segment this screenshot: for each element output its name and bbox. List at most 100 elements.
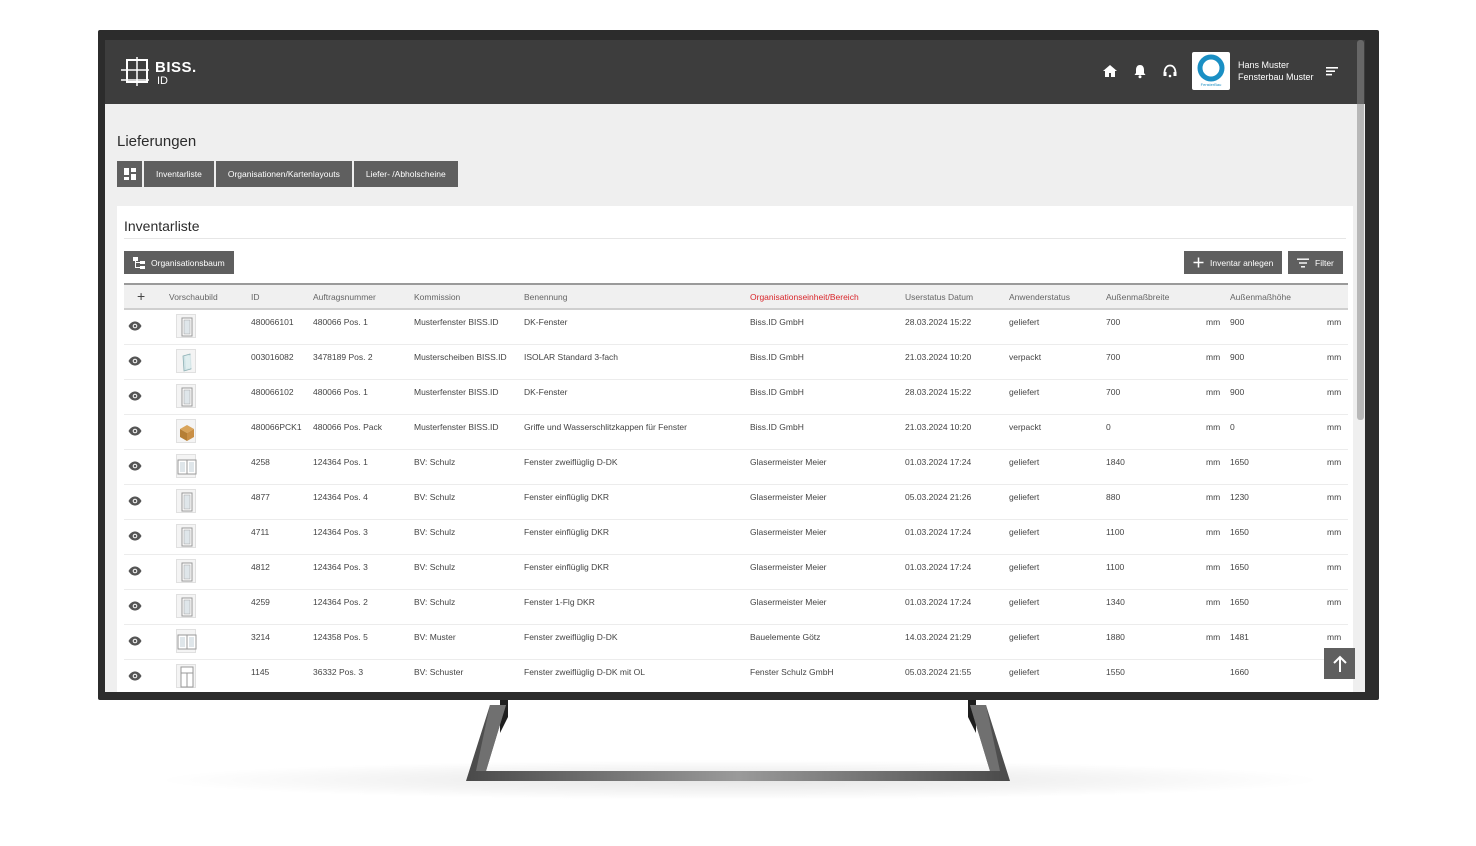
tab-inventarliste[interactable]: Inventarliste [144, 161, 214, 187]
col-benennung[interactable]: Benennung [524, 292, 568, 302]
table-row[interactable]: 4711 124364 Pos. 3 BV: Schulz Fenster einfl… [124, 520, 1348, 555]
cell-hoehe-unit: mm [1327, 632, 1342, 642]
col-aussenmasshoehe[interactable]: Außenmaßhöhe [1230, 292, 1291, 302]
cell-aussenmasshoehe: 1660 [1230, 667, 1249, 677]
cell-userstatus-datum: 01.03.2024 17:24 [905, 597, 972, 607]
table-row[interactable]: 4259 124364 Pos. 2 BV: Schulz Fenster 1-Flg… [124, 590, 1348, 625]
cell-benennung: Fenster einflüglig DKR [524, 562, 610, 572]
cell-hoehe-unit: mm [1327, 492, 1342, 502]
cell-organisationseinheit: Bauelemente Götz [750, 632, 821, 642]
cell-organisationseinheit: Glasermeister Meier [750, 527, 827, 537]
filter-label: Filter [1315, 257, 1334, 268]
view-eye-icon[interactable] [128, 668, 142, 681]
biss-id-logo[interactable]: BISS. ID [119, 56, 199, 90]
filter-button[interactable]: Filter [1288, 251, 1343, 274]
col-auftragsnummer[interactable]: Auftragsnummer [313, 292, 376, 302]
view-eye-icon[interactable] [128, 353, 142, 366]
organisationsbaum-button[interactable]: Organisationsbaum [124, 251, 234, 274]
cell-aussenmasshoehe: 900 [1230, 387, 1245, 397]
scroll-to-top-button[interactable] [1324, 648, 1355, 679]
cell-hoehe-unit: mm [1327, 562, 1342, 572]
thumbnail-window-single-icon [176, 594, 196, 618]
cell-organisationseinheit: Glasermeister Meier [750, 492, 827, 502]
cell-userstatus-datum: 01.03.2024 17:24 [905, 457, 972, 467]
card-divider [124, 238, 1346, 239]
cell-userstatus-datum: 01.03.2024 17:24 [905, 562, 972, 572]
cell-auftragsnummer: 124364 Pos. 3 [313, 527, 368, 537]
cell-kommission: Musterfenster BISS.ID [414, 387, 499, 397]
view-eye-icon[interactable] [128, 318, 142, 331]
cell-aussenmassbreite: 1550 [1106, 667, 1125, 677]
cell-userstatus-datum: 05.03.2024 21:55 [905, 667, 972, 677]
menu-icon[interactable] [1323, 62, 1341, 80]
cell-id: 1145 [251, 667, 270, 677]
cell-userstatus-datum: 28.03.2024 15:22 [905, 387, 972, 397]
cell-breite-unit: mm [1206, 387, 1221, 397]
view-eye-icon[interactable] [128, 563, 142, 576]
view-eye-icon[interactable] [128, 528, 142, 541]
col-userstatus-datum[interactable]: Userstatus Datum [905, 292, 973, 302]
cell-aussenmassbreite: 1100 [1106, 562, 1125, 572]
cell-anwenderstatus: geliefert [1009, 387, 1040, 397]
cell-breite-unit: mm [1206, 492, 1221, 502]
cell-aussenmassbreite: 1840 [1106, 457, 1125, 467]
cell-auftragsnummer: 3478189 Pos. 2 [313, 352, 373, 362]
cell-anwenderstatus: geliefert [1009, 667, 1040, 677]
cell-aussenmasshoehe: 1650 [1230, 527, 1249, 537]
logo-text-sub: ID [157, 75, 168, 87]
table-row[interactable]: 003016082 3478189 Pos. 2 Musterscheiben BI… [124, 345, 1348, 380]
bell-icon[interactable] [1131, 62, 1149, 80]
cell-breite-unit: mm [1206, 317, 1221, 327]
view-eye-icon[interactable] [128, 633, 142, 646]
cell-breite-unit: mm [1206, 457, 1221, 467]
cell-kommission: Musterfenster BISS.ID [414, 422, 499, 432]
cell-aussenmassbreite: 700 [1106, 352, 1121, 362]
cell-auftragsnummer: 480066 Pos. Pack [313, 422, 382, 432]
dashboard-tab[interactable] [117, 161, 142, 187]
inventar-anlegen-button[interactable]: Inventar anlegen [1184, 251, 1283, 274]
cell-benennung: Fenster zweiflüglig D-DK mit OL [524, 667, 645, 677]
table-row[interactable]: 4258 124364 Pos. 1 BV: Schulz Fenster zweif… [124, 450, 1348, 485]
thumbnail-window-single-icon [176, 384, 196, 408]
cell-aussenmassbreite: 700 [1106, 387, 1121, 397]
user-organization[interactable]: Fensterbau Muster [1238, 72, 1314, 82]
col-kommission[interactable]: Kommission [414, 292, 460, 302]
table-row[interactable]: 1145 36332 Pos. 3 BV: Schuster Fenster zwei… [124, 660, 1348, 692]
view-eye-icon[interactable] [128, 598, 142, 611]
table-row[interactable]: 4877 124364 Pos. 4 BV: Schulz Fenster einfl… [124, 485, 1348, 520]
table-row[interactable]: 480066102 480066 Pos. 1 Musterfenster BISS… [124, 380, 1348, 415]
tab-lieferscheine[interactable]: Liefer- /Abholscheine [353, 161, 458, 187]
view-eye-icon[interactable] [128, 458, 142, 471]
cell-breite-unit: mm [1206, 422, 1221, 432]
cell-aussenmassbreite: 700 [1106, 317, 1121, 327]
view-eye-icon[interactable] [128, 423, 142, 436]
cell-aussenmasshoehe: 1481 [1230, 632, 1249, 642]
cell-kommission: BV: Schulz [414, 562, 456, 572]
col-anwenderstatus[interactable]: Anwenderstatus [1009, 292, 1070, 302]
table-row[interactable]: 480066PCK1 480066 Pos. Pack Musterfenster … [124, 415, 1348, 450]
table-row[interactable]: 4812 124364 Pos. 3 BV: Schulz Fenster einfl… [124, 555, 1348, 590]
home-icon[interactable] [1101, 62, 1119, 80]
cell-auftragsnummer: 480066 Pos. 1 [313, 317, 368, 327]
expand-all-plus-icon[interactable]: + [137, 288, 145, 304]
page-scrollbar[interactable] [1357, 40, 1364, 420]
cell-aussenmasshoehe: 1650 [1230, 562, 1249, 572]
cell-organisationseinheit: Biss.ID GmbH [750, 422, 804, 432]
table-row[interactable]: 480066101 480066 Pos. 1 Musterfenster BISS… [124, 310, 1348, 345]
user-name[interactable]: Hans Muster [1238, 60, 1289, 70]
view-eye-icon[interactable] [128, 388, 142, 401]
tab-organisationen[interactable]: Organisationen/Kartenlayouts [215, 161, 352, 187]
plus-icon [1193, 257, 1204, 268]
cell-organisationseinheit: Glasermeister Meier [750, 457, 827, 467]
view-eye-icon[interactable] [128, 493, 142, 506]
cell-hoehe-unit: mm [1327, 527, 1342, 537]
monitor-stand [466, 699, 1010, 781]
support-icon[interactable] [1161, 62, 1179, 80]
col-organisationseinheit[interactable]: Organisationseinheit/Bereich [750, 292, 859, 302]
col-vorschaubild[interactable]: Vorschaubild [169, 292, 218, 302]
col-id[interactable]: ID [251, 292, 260, 302]
table-row[interactable]: 3214 124358 Pos. 5 BV: Muster Fenster zweif… [124, 625, 1348, 660]
organization-logo[interactable]: FensterBau [1192, 52, 1230, 90]
col-aussenmassbreite[interactable]: Außenmaßbreite [1106, 292, 1169, 302]
cell-kommission: BV: Schuster [414, 667, 464, 677]
